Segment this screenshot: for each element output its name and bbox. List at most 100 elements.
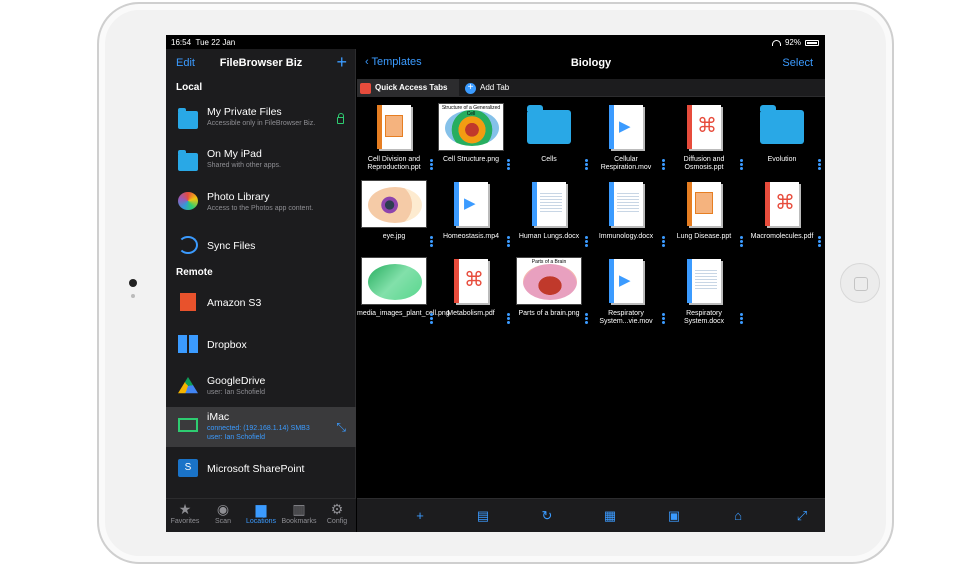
star-icon: ★ — [178, 501, 192, 517]
file-item[interactable]: Human Lungs.docx — [512, 178, 588, 256]
file-thumbnail: ⌘ — [670, 101, 738, 153]
file-item[interactable]: Parts of a Brain Parts of a brain.png — [512, 255, 588, 333]
more-options-icon[interactable] — [818, 159, 821, 170]
mp4-file-icon: ▶ — [454, 182, 488, 226]
more-options-icon[interactable] — [507, 313, 510, 324]
disconnect-icon[interactable]: ⤡ — [336, 420, 346, 435]
sidebar-item-label: Amazon S3 — [207, 297, 262, 309]
docx-file-icon — [609, 182, 643, 226]
connection-status: connected: (192.168.1.14) SMB3 — [207, 425, 310, 432]
file-thumbnail: Parts of a Brain — [515, 255, 583, 307]
file-item[interactable]: Respiratory System.docx — [667, 255, 743, 333]
file-thumbnail: ⌘ — [437, 255, 505, 307]
refresh-icon[interactable]: ↻ — [537, 507, 557, 525]
file-item[interactable]: Immunology.docx — [589, 178, 665, 256]
more-options-icon[interactable] — [430, 159, 433, 170]
file-name: Cell Structure.png — [442, 156, 500, 163]
more-options-icon[interactable] — [430, 236, 433, 247]
more-options-icon[interactable] — [740, 159, 743, 170]
file-thumbnail — [360, 101, 428, 153]
file-browser: ‹ Templates Biology Select Quick Access … — [357, 49, 825, 532]
more-options-icon[interactable] — [585, 159, 588, 170]
folder-icon — [178, 150, 198, 171]
barcode-icon[interactable]: ▦ — [600, 507, 620, 525]
more-options-icon[interactable] — [818, 236, 821, 247]
sidebar-item-label: On My iPad — [207, 148, 262, 160]
select-button[interactable]: Select — [782, 57, 813, 69]
more-options-icon[interactable] — [662, 236, 665, 247]
file-item[interactable]: ▶ Homeostasis.mp4 — [434, 178, 510, 256]
status-bar: 16:54 Tue 22 Jan 92% — [166, 35, 825, 49]
more-options-icon[interactable] — [740, 313, 743, 324]
gear-icon: ⚙ — [330, 501, 344, 517]
file-name: Cellular Respiration.mov — [600, 156, 652, 171]
docx-file-icon — [532, 182, 566, 226]
more-options-icon[interactable] — [585, 236, 588, 247]
book-icon: ▥ — [292, 501, 306, 517]
file-item[interactable]: ⌘ Macromolecules.pdf — [745, 178, 821, 256]
add-location-button[interactable]: + — [336, 52, 347, 73]
screen: 16:54 Tue 22 Jan 92% Edit FileBrowser Bi… — [166, 35, 825, 532]
scan-icon: ◉ — [216, 501, 230, 517]
sidebar-item-sync-files[interactable]: Sync Files — [166, 225, 356, 265]
more-options-icon[interactable] — [740, 236, 743, 247]
file-name: Cell Division and Reproduction.ppt — [367, 156, 421, 171]
file-thumbnail — [515, 178, 583, 230]
sidebar-nav-bar: Edit FileBrowser Biz + — [166, 49, 356, 79]
add-tab-button[interactable]: + Add Tab — [462, 79, 522, 97]
pdf-file-icon: ⌘ — [765, 182, 799, 226]
sidebar-item-googledrive[interactable]: GoogleDrive user: Ian Schofield — [166, 366, 356, 406]
file-thumbnail: ▶ — [592, 101, 660, 153]
image-thumbnail — [361, 257, 427, 305]
bottom-toolbar: + ▤ ↻ ▦ ▣ ⌂ ⤢ — [357, 498, 825, 532]
file-item[interactable]: ▶ Cellular Respiration.mov — [589, 101, 665, 179]
more-options-icon[interactable] — [430, 313, 433, 324]
add-icon[interactable]: + — [410, 507, 430, 525]
section-local: Local — [176, 82, 203, 93]
file-item[interactable]: Cells — [512, 101, 588, 179]
sidebar-item-dropbox[interactable]: Dropbox — [166, 324, 356, 364]
more-options-icon[interactable] — [507, 236, 510, 247]
file-item[interactable]: media_images_plant_cell.png — [357, 255, 450, 333]
file-item[interactable]: Cell Division and Reproduction.ppt — [357, 101, 433, 179]
quick-access-tabs-button[interactable]: Quick Access Tabs — [357, 79, 459, 97]
file-item[interactable]: eye.jpg — [357, 178, 433, 256]
file-item[interactable]: Structure of a Generalized Cell Cell Stru… — [434, 101, 510, 179]
tab-bookmarks[interactable]: ▥ Bookmarks — [280, 501, 318, 525]
image-thumbnail: Parts of a Brain — [516, 257, 582, 305]
home-icon[interactable]: ⌂ — [728, 507, 748, 525]
tab-favorites[interactable]: ★ Favorites — [166, 501, 204, 525]
file-name: Respiratory System...vie.mov — [599, 310, 653, 325]
view-mode-icon[interactable]: ▣ — [664, 507, 684, 525]
more-options-icon[interactable] — [507, 159, 510, 170]
bookmark-add-icon[interactable]: ▤ — [473, 507, 493, 525]
sidebar-item-photo-library[interactable]: Photo Library Access to the Photos app c… — [166, 182, 356, 222]
more-options-icon[interactable] — [662, 159, 665, 170]
file-item[interactable]: ⌘ Diffusion and Osmosis.ppt — [667, 101, 743, 179]
more-options-icon[interactable] — [585, 313, 588, 324]
sidebar-item-amazon-s3[interactable]: Amazon S3 — [166, 282, 356, 322]
sidebar-item-on-my-ipad[interactable]: On My iPad Shared with other apps. — [166, 139, 356, 179]
file-thumbnail — [360, 255, 428, 307]
file-item[interactable]: ⌘ Metabolism.pdf — [434, 255, 510, 333]
app-title: FileBrowser Biz — [219, 57, 303, 69]
tab-locations[interactable]: ▆ Locations — [242, 501, 280, 525]
more-options-icon[interactable] — [662, 313, 665, 324]
sidebar-item-sub: Accessible only in FileBrowser Biz. — [207, 120, 316, 127]
tab-config[interactable]: ⚙ Config — [318, 501, 356, 525]
expand-icon[interactable]: ⤢ — [792, 507, 812, 525]
sidebar-item-imac[interactable]: iMac connected: (192.168.1.14) SMB3 user… — [166, 407, 356, 447]
file-item[interactable]: Lung Disease.ppt — [667, 178, 743, 256]
file-item[interactable]: Evolution — [745, 101, 821, 179]
file-name: Cells — [541, 156, 557, 163]
sidebar-item-label: GoogleDrive — [207, 375, 266, 387]
sidebar-item-my-private-files[interactable]: My Private Files Accessible only in File… — [166, 97, 356, 137]
image-thumbnail: Structure of a Generalized Cell — [438, 103, 504, 151]
sidebar-item-microsoft-sharepoint[interactable]: S Microsoft SharePoint — [166, 448, 356, 488]
file-item[interactable]: ▶ Respiratory System...vie.mov — [589, 255, 665, 333]
monitor-icon — [178, 418, 198, 432]
home-button[interactable] — [840, 263, 880, 303]
sidebar: Edit FileBrowser Biz + Local My Private … — [166, 49, 356, 532]
file-name: Human Lungs.docx — [518, 233, 580, 240]
tab-scan[interactable]: ◉ Scan — [204, 501, 242, 525]
